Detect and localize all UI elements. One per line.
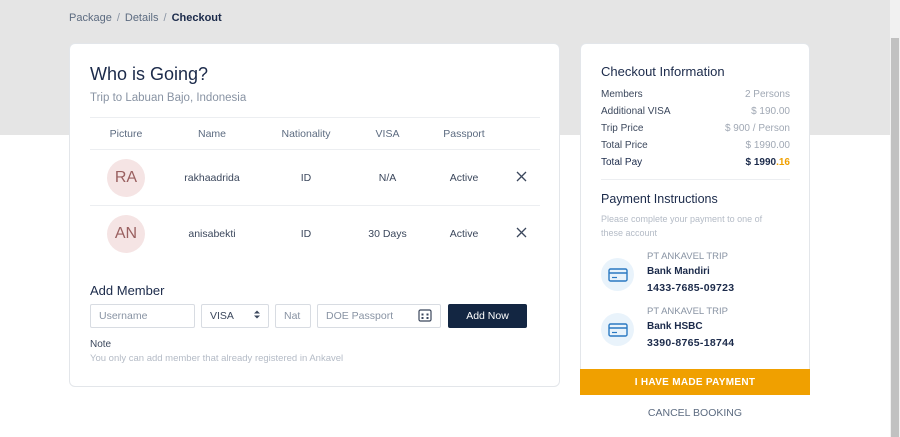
remove-member-icon[interactable] [516,227,527,241]
visa-select[interactable]: VISA [201,304,269,328]
column-header-name: Name [197,127,226,140]
member-passport: Active [449,171,479,184]
table-row: AN anisabekti ID 30 Days Active [90,206,540,262]
bank-card-icon [601,258,634,291]
checkout-card: Checkout Information Members 2 Persons Ad… [580,43,810,395]
breadcrumb-separator: / [163,12,167,24]
breadcrumb-package[interactable]: Package [69,12,112,24]
bank-card-icon [601,313,634,346]
checkout-row-visa: Additional VISA $ 190.00 [601,106,790,117]
members-card: Who is Going? Trip to Labuan Bajo, Indon… [69,43,560,387]
remove-member-icon[interactable] [516,171,527,185]
column-header-picture: Picture [109,127,143,140]
bank-account: PT ANKAVEL TRIP Bank HSBC 3390-8765-1874… [601,306,790,356]
payment-instructions-title: Payment Instructions [601,192,718,206]
total-pay-amount: $ 1990.16 [745,157,791,168]
trip-subtitle: Trip to Labuan Bajo, Indonesia [90,92,247,104]
checkout-row-trip-price: Trip Price $ 900 / Person [601,123,790,134]
bank-name: Bank Mandiri [647,266,710,277]
calendar-icon[interactable] [418,308,432,325]
avatar: RA [107,158,145,197]
visa-select-value: VISA [210,310,234,322]
page-scrollbar[interactable] [890,0,900,437]
checkout-summary: Members 2 Persons Additional VISA $ 190.00… [601,86,790,171]
account-number: 3390-8765-18744 [647,337,735,349]
members-table: Picture Name Nationality VISA Passport R… [90,117,540,262]
member-nationality: ID [300,171,312,184]
breadcrumb: Package / Details / Checkout [69,12,222,24]
scrollbar-thumb[interactable] [891,38,899,437]
checkout-row-total-price: Total Price $ 1990.00 [601,140,790,151]
column-header-passport: Passport [443,127,485,140]
column-header-visa: VISA [375,127,400,140]
table-row: RA rakhaadrida ID N/A Active [90,150,540,206]
add-now-button[interactable]: Add Now [448,304,527,328]
breadcrumb-separator: / [116,12,120,24]
select-arrows-icon [254,310,260,322]
made-payment-button[interactable]: I HAVE MADE PAYMENT [580,369,810,395]
add-member-title: Add Member [90,283,165,298]
note-text: You only can add member that already reg… [90,353,344,364]
member-nationality: ID [300,228,312,240]
account-owner: PT ANKAVEL TRIP [647,306,728,317]
member-visa: 30 Days [368,228,407,240]
cancel-booking-link[interactable]: CANCEL BOOKING [580,407,810,419]
breadcrumb-details[interactable]: Details [125,12,159,24]
column-header-nationality: Nationality [281,127,331,140]
nationality-input[interactable]: Nat [275,304,311,328]
avatar: AN [107,215,145,253]
page-title: Who is Going? [90,64,209,84]
account-owner: PT ANKAVEL TRIP [647,251,728,262]
member-name: anisabekti [188,228,236,240]
username-input[interactable]: Username [90,304,195,328]
account-number: 1433-7685-09723 [647,282,735,294]
doe-passport-placeholder: DOE Passport [326,310,394,322]
note-label: Note [90,339,112,350]
divider [601,179,790,180]
member-passport: Active [449,228,479,240]
checkout-row-members: Members 2 Persons [601,89,790,100]
bank-account: PT ANKAVEL TRIP Bank Mandiri 1433-7685-0… [601,251,790,301]
bank-name: Bank HSBC [647,321,703,332]
checkout-title: Checkout Information [601,64,725,79]
breadcrumb-current: Checkout [171,12,222,24]
doe-passport-input[interactable]: DOE Passport [317,304,441,328]
checkout-row-total-pay: Total Pay $ 1990.16 [601,157,791,168]
member-name: rakhaadrida [184,171,240,184]
member-visa: N/A [378,171,397,184]
payment-instructions-text: Please complete your payment to one of t… [601,214,763,238]
table-header: Picture Name Nationality VISA Passport [90,117,540,150]
